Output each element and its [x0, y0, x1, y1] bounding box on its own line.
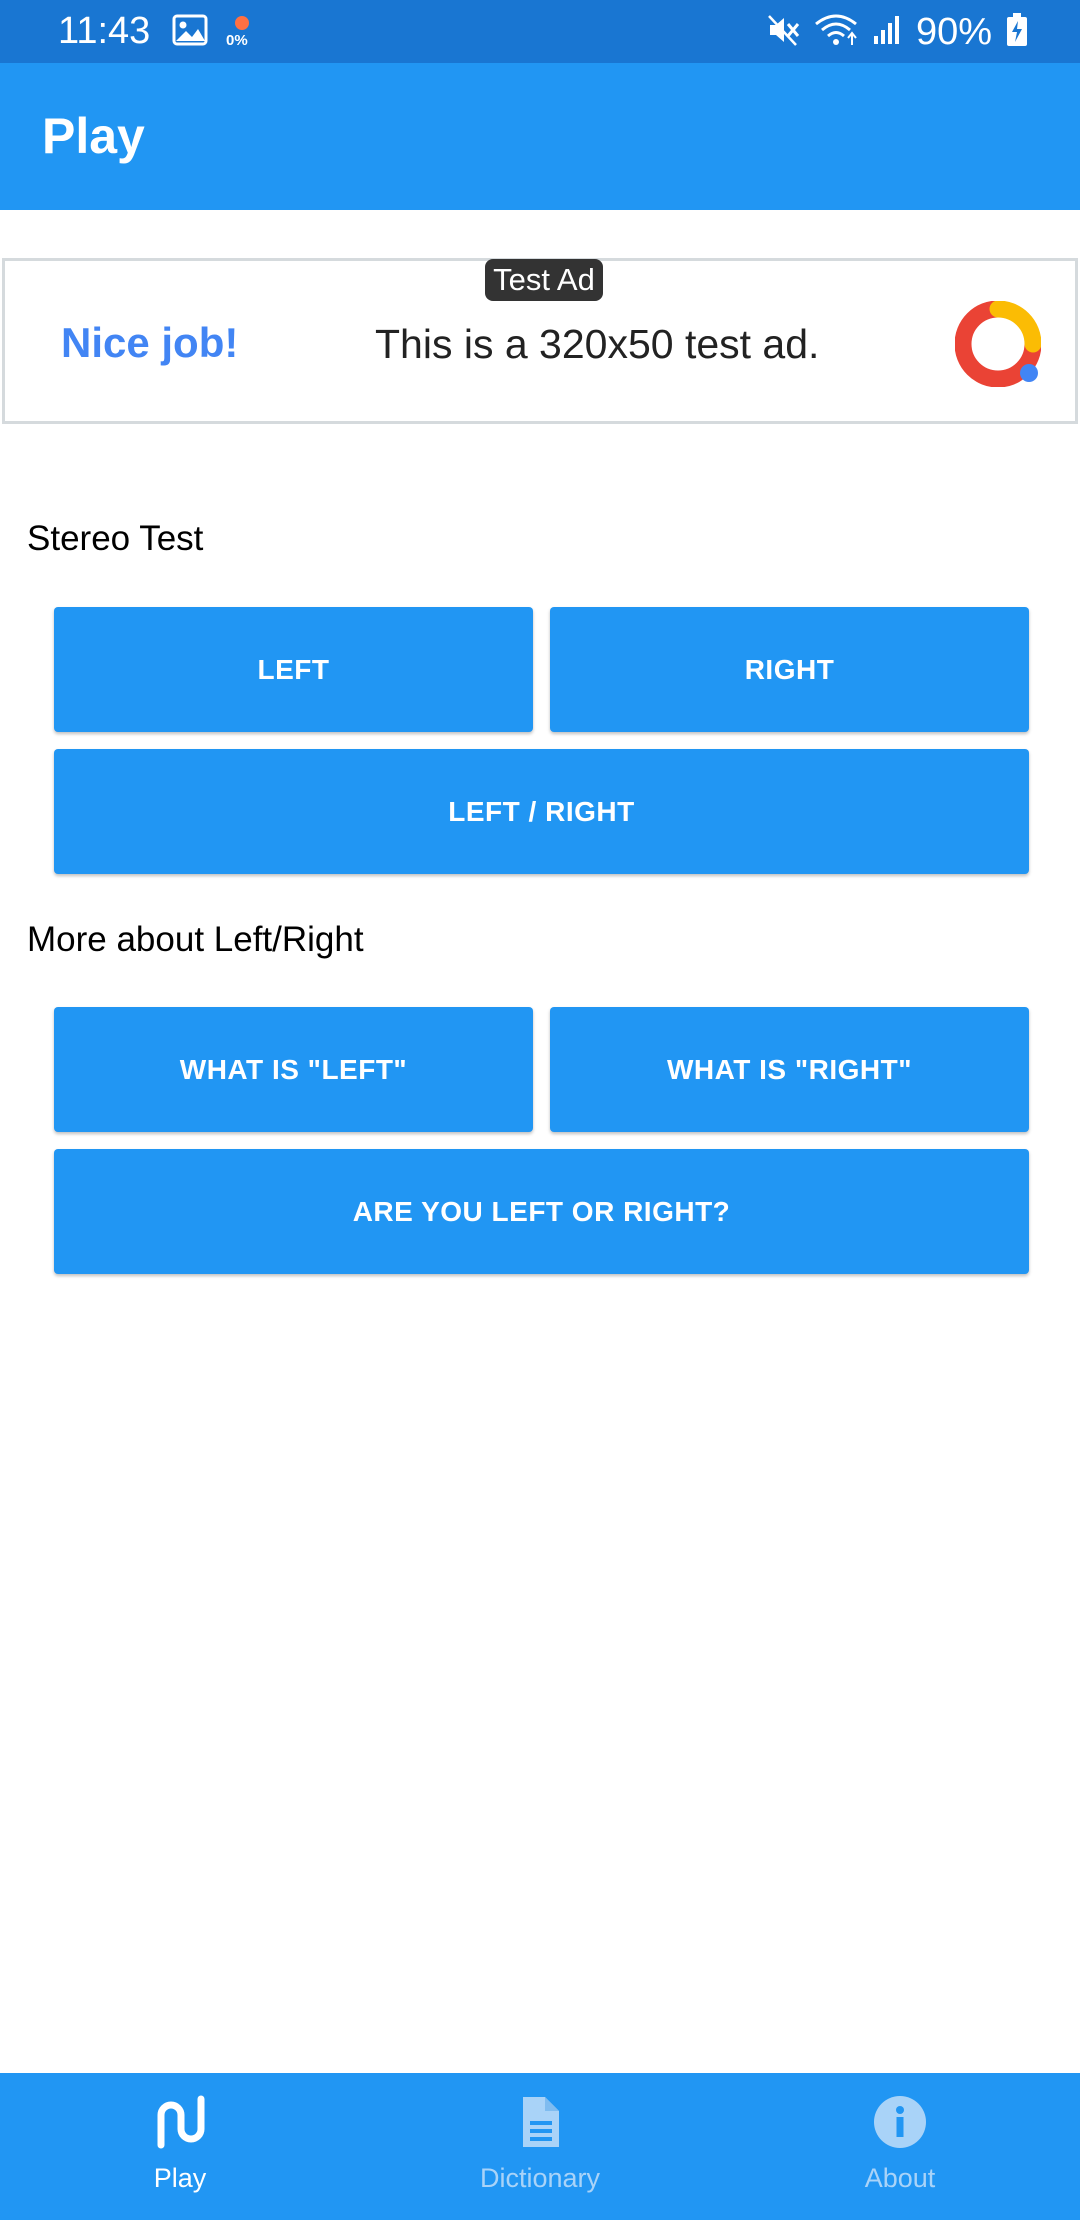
nav-item-play[interactable]: Play	[0, 2073, 360, 2220]
data-percent: 0%	[226, 32, 248, 49]
what-is-left-button[interactable]: WHAT IS "LEFT"	[54, 1007, 533, 1132]
battery-charging-icon	[1006, 12, 1028, 52]
test-ad-badge: Test Ad	[485, 259, 603, 301]
stereo-test-heading: Stereo Test	[27, 519, 204, 558]
play-route-icon	[153, 2095, 207, 2149]
left-button[interactable]: LEFT	[54, 607, 533, 732]
nav-item-about[interactable]: About	[720, 2073, 1080, 2220]
nav-label-dictionary: Dictionary	[479, 2163, 601, 2193]
right-button[interactable]: RIGHT	[550, 607, 1029, 732]
status-bar: 11:43 0% 90%	[0, 0, 1080, 63]
data-saver-icon: 0%	[226, 14, 256, 54]
info-icon	[873, 2095, 927, 2149]
status-right: 90%	[766, 8, 1028, 56]
nav-item-dictionary[interactable]: Dictionary	[360, 2073, 720, 2220]
bottom-nav: Play Dictionary About	[0, 2073, 1080, 2220]
mute-icon	[766, 13, 800, 52]
document-icon	[513, 2095, 567, 2149]
ad-body: This is a 320x50 test ad.	[375, 321, 820, 367]
status-time: 11:43	[58, 10, 151, 52]
what-is-right-button[interactable]: WHAT IS "RIGHT"	[550, 1007, 1029, 1132]
page-title: Play	[42, 108, 145, 164]
nav-label-play: Play	[153, 2163, 207, 2193]
gallery-icon	[172, 14, 208, 46]
ad-banner[interactable]: Test Ad Nice job! This is a 320x50 test …	[2, 258, 1078, 424]
battery-percent: 90%	[915, 10, 992, 53]
ad-headline: Nice job!	[61, 319, 239, 366]
screen: 11:43 0% 90% Play Test Ad Nice job! This…	[0, 0, 1080, 2220]
nav-label-about: About	[864, 2163, 936, 2193]
are-you-left-or-right-button[interactable]: ARE YOU LEFT OR RIGHT?	[54, 1149, 1029, 1274]
more-about-heading: More about Left/Right	[27, 920, 364, 959]
wifi-icon	[814, 12, 858, 53]
signal-icon	[872, 14, 902, 51]
app-bar: Play	[0, 63, 1080, 210]
admob-logo-icon	[954, 300, 1042, 388]
left-right-button[interactable]: LEFT / RIGHT	[54, 749, 1029, 874]
